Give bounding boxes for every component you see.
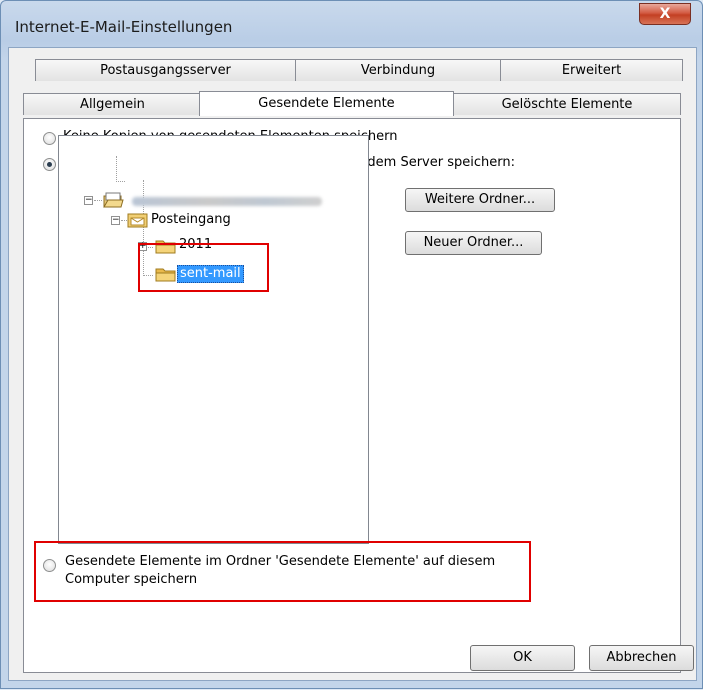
collapse-toggle-inbox[interactable]: −	[111, 216, 120, 225]
radio-server-folder[interactable]	[43, 158, 56, 171]
dialog-window: Internet-E-Mail-Einstellungen X Postausg…	[0, 0, 703, 689]
tree-line	[94, 200, 102, 201]
highlight-box-sent-mail	[138, 243, 269, 292]
highlight-box-local-option	[34, 541, 531, 602]
more-folders-button[interactable]: Weitere Ordner...	[405, 188, 555, 212]
collapse-toggle-account[interactable]: −	[84, 196, 93, 205]
folder-tree[interactable]: − − Posteingang + 2011 sent-mail	[58, 135, 369, 544]
tree-node-inbox[interactable]: Posteingang	[151, 212, 231, 227]
inbox-folder-icon	[127, 213, 148, 228]
radio-no-copies[interactable]	[43, 132, 56, 145]
new-folder-button[interactable]: Neuer Ordner...	[405, 231, 542, 255]
ok-button[interactable]: OK	[470, 645, 575, 671]
tree-line	[116, 156, 117, 182]
cancel-button[interactable]: Abbrechen	[589, 645, 694, 671]
account-name-redacted	[132, 197, 322, 206]
tree-line	[116, 181, 125, 182]
mail-account-icon	[103, 192, 124, 208]
panel-content: Keine Kopien von gesendeten Elementen sp…	[1, 1, 703, 690]
